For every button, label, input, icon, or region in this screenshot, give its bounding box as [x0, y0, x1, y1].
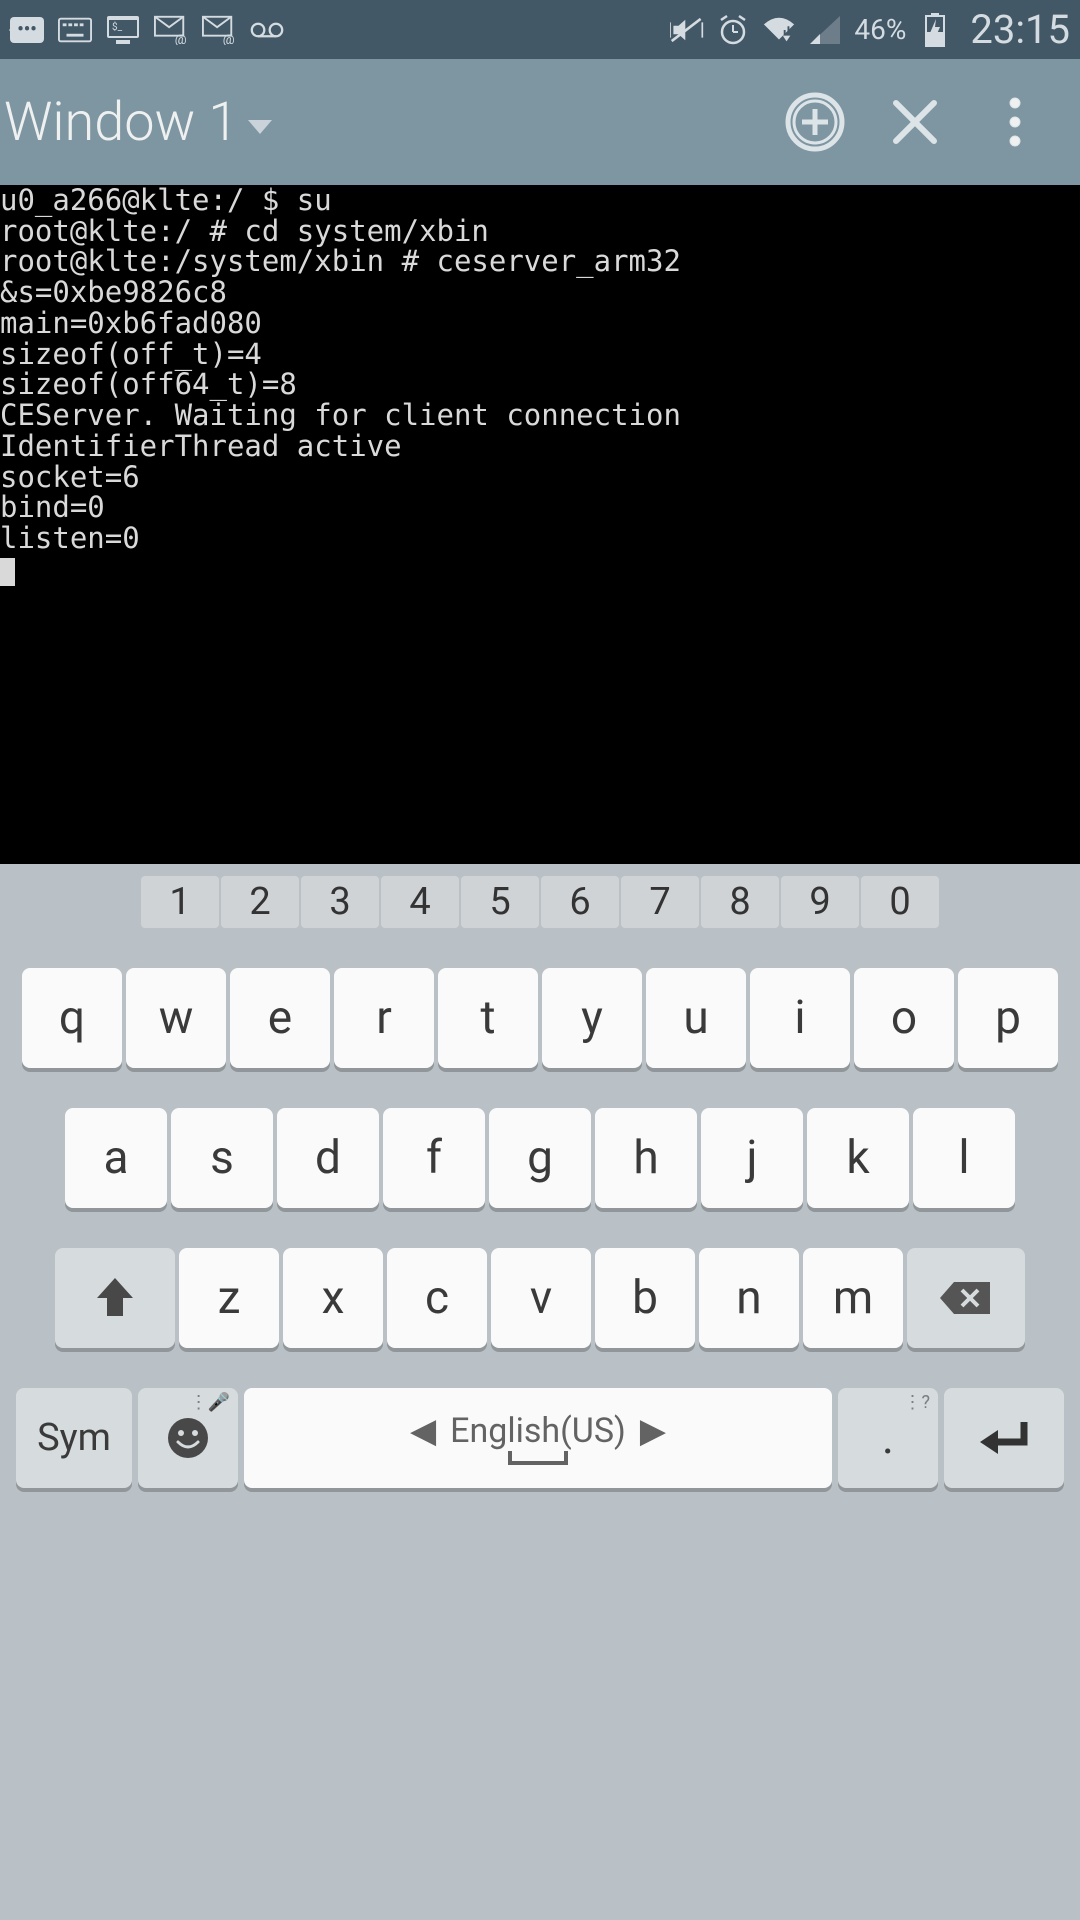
svg-text:@: @	[175, 33, 187, 45]
battery-percent: 46%	[854, 13, 906, 46]
key-e[interactable]: e	[230, 968, 330, 1068]
key-3[interactable]: 3	[301, 876, 379, 928]
space-language-label: English(US)	[450, 1411, 626, 1451]
window-title-label: Window 1	[4, 91, 238, 154]
alarm-icon	[716, 13, 750, 47]
key-z[interactable]: z	[179, 1248, 279, 1348]
key-2[interactable]: 2	[221, 876, 299, 928]
mail-notification-2-icon: @	[202, 13, 236, 47]
key-s[interactable]: s	[171, 1108, 273, 1208]
keyboard-row-q: q w e r t y u i o p	[0, 968, 1080, 1068]
key-6[interactable]: 6	[541, 876, 619, 928]
vibrate-mute-icon	[670, 13, 704, 47]
terminal-line: sizeof(off_t)=4	[0, 337, 262, 371]
key-emoji[interactable]: ⋮🎤	[138, 1388, 238, 1488]
key-f[interactable]: f	[383, 1108, 485, 1208]
key-9[interactable]: 9	[781, 876, 859, 928]
key-4[interactable]: 4	[381, 876, 459, 928]
key-1[interactable]: 1	[141, 876, 219, 928]
period-label: .	[882, 1411, 894, 1465]
key-p[interactable]: p	[958, 968, 1058, 1068]
terminal-line: bind=0	[0, 490, 105, 524]
terminal-line: CEServer. Waiting for client connection	[0, 398, 681, 432]
key-o[interactable]: o	[854, 968, 954, 1068]
space-bar-icon	[508, 1451, 568, 1465]
chevron-right-icon: ▶	[640, 1411, 666, 1451]
terminal-cursor	[0, 558, 15, 586]
soft-keyboard: 1 2 3 4 5 6 7 8 9 0 q w e r t y u i o p …	[0, 864, 1080, 1488]
new-window-button[interactable]	[770, 77, 860, 167]
key-space[interactable]: ◀ English(US) ▶	[244, 1388, 832, 1488]
keyboard-row-z: z x c v b n m	[0, 1248, 1080, 1348]
terminal-output[interactable]: u0_a266@klte:/ $ su root@klte:/ # cd sys…	[0, 185, 1080, 864]
keyboard-row-bottom: Sym ⋮🎤 ◀ English(US) ▶ ⋮? .	[0, 1388, 1080, 1488]
terminal-line: &s=0xbe9826c8	[0, 275, 227, 309]
close-button[interactable]	[870, 77, 960, 167]
key-enter[interactable]	[944, 1388, 1064, 1488]
key-l[interactable]: l	[913, 1108, 1015, 1208]
terminal-line: listen=0	[0, 521, 140, 555]
terminal-line: root@klte:/system/xbin # ceserver_arm32	[0, 244, 681, 278]
key-y[interactable]: y	[542, 968, 642, 1068]
status-clock: 23:15	[970, 6, 1070, 53]
key-period[interactable]: ⋮? .	[838, 1388, 938, 1488]
cell-signal-icon	[808, 13, 842, 47]
terminal-notification-icon: $_	[106, 13, 140, 47]
chevron-down-icon	[248, 120, 272, 134]
terminal-line: u0_a266@klte:/ $ su	[0, 185, 332, 217]
overflow-menu-button[interactable]	[970, 77, 1060, 167]
mic-hint-icon: ⋮🎤	[190, 1392, 230, 1413]
key-g[interactable]: g	[489, 1108, 591, 1208]
status-bar: ••• $_ @ @ 46% 23:1	[0, 0, 1080, 59]
wifi-icon	[762, 13, 796, 47]
key-a[interactable]: a	[65, 1108, 167, 1208]
key-w[interactable]: w	[126, 968, 226, 1068]
key-5[interactable]: 5	[461, 876, 539, 928]
key-b[interactable]: b	[595, 1248, 695, 1348]
key-d[interactable]: d	[277, 1108, 379, 1208]
key-m[interactable]: m	[803, 1248, 903, 1348]
keyboard-notification-icon	[58, 13, 92, 47]
voicemail-icon	[250, 13, 284, 47]
terminal-line: root@klte:/ # cd system/xbin	[0, 214, 489, 248]
key-8[interactable]: 8	[701, 876, 779, 928]
window-title-dropdown[interactable]: Window 1	[0, 91, 272, 154]
period-hint: ⋮?	[903, 1392, 930, 1413]
key-shift[interactable]	[55, 1248, 175, 1348]
key-v[interactable]: v	[491, 1248, 591, 1348]
terminal-line: main=0xb6fad080	[0, 306, 262, 340]
key-c[interactable]: c	[387, 1248, 487, 1348]
key-k[interactable]: k	[807, 1108, 909, 1208]
key-0[interactable]: 0	[861, 876, 939, 928]
mail-notification-icon: @	[154, 13, 188, 47]
key-i[interactable]: i	[750, 968, 850, 1068]
chevron-left-icon: ◀	[410, 1411, 436, 1451]
key-x[interactable]: x	[283, 1248, 383, 1348]
key-q[interactable]: q	[22, 968, 122, 1068]
key-n[interactable]: n	[699, 1248, 799, 1348]
svg-text:@: @	[223, 33, 235, 45]
terminal-line: sizeof(off64_t)=8	[0, 367, 297, 401]
key-r[interactable]: r	[334, 968, 434, 1068]
terminal-line: IdentifierThread active	[0, 429, 402, 463]
keyboard-number-row: 1 2 3 4 5 6 7 8 9 0	[0, 876, 1080, 928]
key-t[interactable]: t	[438, 968, 538, 1068]
notification-more-icon: •••	[10, 13, 44, 47]
app-header: Window 1	[0, 59, 1080, 185]
key-j[interactable]: j	[701, 1108, 803, 1208]
key-h[interactable]: h	[595, 1108, 697, 1208]
svg-text:$_: $_	[112, 20, 123, 33]
key-sym[interactable]: Sym	[16, 1388, 132, 1488]
battery-charging-icon	[918, 13, 952, 47]
terminal-line: socket=6	[0, 460, 140, 494]
key-7[interactable]: 7	[621, 876, 699, 928]
keyboard-row-a: a s d f g h j k l	[0, 1108, 1080, 1208]
key-backspace[interactable]	[907, 1248, 1025, 1348]
key-u[interactable]: u	[646, 968, 746, 1068]
